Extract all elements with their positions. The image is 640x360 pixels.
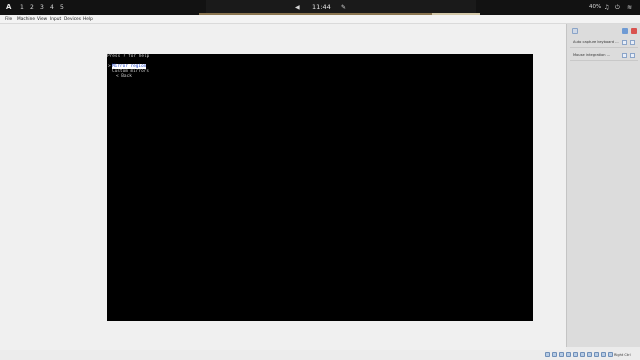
display-icon[interactable]: [587, 352, 592, 357]
tools-icon[interactable]: ✎: [341, 3, 346, 12]
workspace-1[interactable]: 1: [20, 3, 24, 12]
mouse-integration-icon[interactable]: [608, 352, 613, 357]
back-arrow-icon[interactable]: ◀: [295, 3, 300, 12]
wifi-icon[interactable]: ≋: [627, 3, 632, 12]
notification-auto-capture[interactable]: Auto capture keyboard ...: [570, 37, 638, 48]
menu-help[interactable]: Help: [83, 17, 93, 22]
recording-icon[interactable]: [594, 352, 599, 357]
network-icon[interactable]: [566, 352, 571, 357]
hard-disk-icon[interactable]: [545, 352, 550, 357]
vbox-statusbar: Right Ctrl: [0, 350, 640, 360]
vbox-menubar: File Machine View Input Devices Help: [0, 15, 640, 24]
menu-file[interactable]: File: [5, 17, 12, 22]
clock: 11:44: [312, 3, 331, 11]
menu-machine[interactable]: Machine: [17, 17, 35, 22]
menu-input[interactable]: Input: [50, 17, 61, 22]
cpu-icon[interactable]: [601, 352, 606, 357]
headphones-icon[interactable]: ♫: [604, 3, 609, 12]
notification-mouse-integration[interactable]: Mouse integration ...: [570, 50, 638, 61]
vm-screen[interactable]: Press ? for help > Mirror region Custom …: [107, 54, 533, 321]
topbar-center: ◀ 11:44 ✎: [206, 0, 476, 13]
close-icon[interactable]: [630, 40, 635, 45]
close-all-icon[interactable]: [631, 28, 637, 34]
optical-drive-icon[interactable]: [552, 352, 557, 357]
volume-level: 40%: [589, 4, 602, 10]
host-key-label: Right Ctrl: [614, 353, 631, 357]
workspace-3[interactable]: 3: [40, 3, 44, 12]
info-icon[interactable]: [572, 28, 578, 34]
desktop-topbar: A 1 2 3 4 5 ◀ 11:44 ✎ 40% ♫ ⏻ ≋: [0, 0, 640, 15]
shared-folders-icon[interactable]: [580, 352, 585, 357]
usb-icon[interactable]: [573, 352, 578, 357]
notification-text: Auto capture keyboard ...: [573, 40, 619, 44]
audio-icon[interactable]: [559, 352, 564, 357]
notification-side-panel: Auto capture keyboard ... Mouse integrat…: [566, 24, 640, 347]
arch-logo-icon[interactable]: A: [6, 3, 11, 12]
power-icon[interactable]: ⏻: [615, 3, 620, 12]
collapse-icon[interactable]: [622, 28, 628, 34]
menu-devices[interactable]: Devices: [64, 17, 81, 22]
close-icon[interactable]: [630, 53, 635, 58]
toggle-icon[interactable]: [622, 53, 627, 58]
menu-view[interactable]: View: [37, 17, 47, 22]
vm-menu-item-back[interactable]: < Back: [116, 74, 132, 79]
notification-text: Mouse integration ...: [573, 53, 611, 57]
workspace-2[interactable]: 2: [30, 3, 34, 12]
side-panel-header: [571, 26, 637, 36]
vm-help-line: Press ? for help: [107, 54, 150, 59]
workspace-5[interactable]: 5: [60, 3, 64, 12]
toggle-icon[interactable]: [622, 40, 627, 45]
workspace-4[interactable]: 4: [50, 3, 54, 12]
vm-cursor: >: [108, 64, 111, 69]
